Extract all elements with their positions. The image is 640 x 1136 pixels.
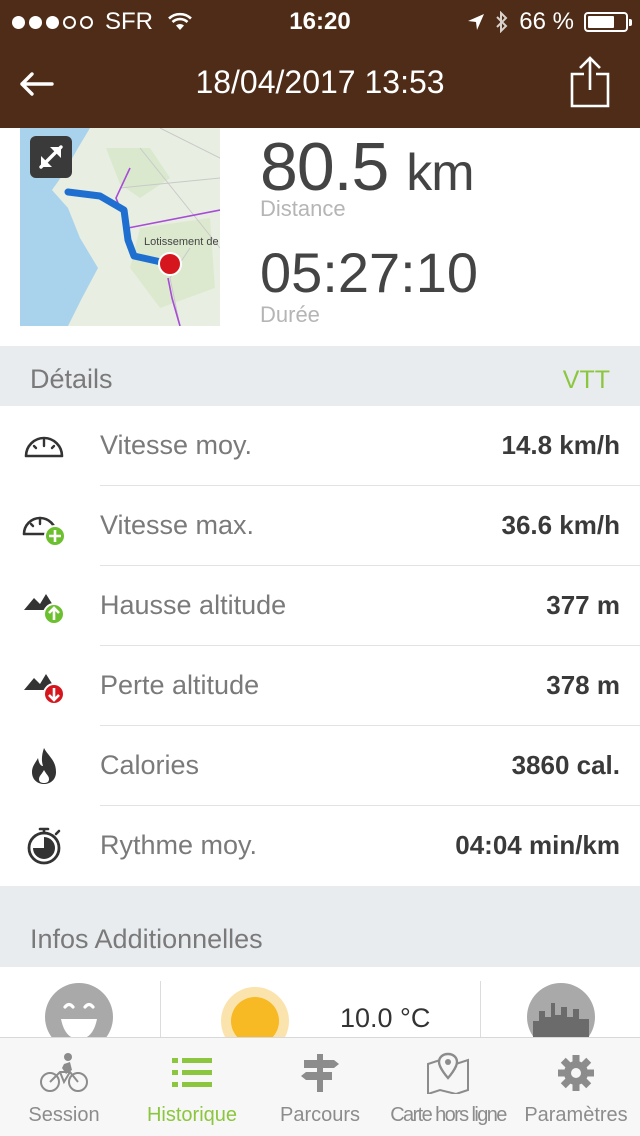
distance-number: 80.5 [260, 129, 389, 205]
detail-value: 3860 cal. [511, 750, 620, 780]
distance-label: Distance [260, 196, 346, 221]
cyclist-icon [40, 1053, 88, 1092]
expand-icon [39, 145, 63, 169]
smiley-feeling-icon[interactable] [43, 981, 115, 1037]
speedometer-max-icon [22, 516, 66, 546]
sun-weather-icon [221, 987, 289, 1037]
additional-info-cards: 10.0 °C [0, 967, 640, 1037]
tab-bar: Session Historique Parcours Carte hors l… [0, 1037, 640, 1136]
tab-session[interactable]: Session [0, 1038, 128, 1136]
tab-label: Historique [146, 1104, 238, 1126]
duration-label: Durée [260, 302, 320, 327]
battery-percent: 66 % [519, 8, 574, 35]
tab-parcours[interactable]: Parcours [256, 1038, 384, 1136]
detail-label: Vitesse moy. [100, 430, 253, 460]
additional-info-section-header: Infos Additionnelles [0, 886, 640, 967]
detail-row-max-speed: Vitesse max. 36.6 km/h [0, 486, 640, 566]
tab-offline-map[interactable]: Carte hors ligne [384, 1038, 512, 1136]
stopwatch-icon [27, 827, 61, 865]
detail-label: Hausse altitude [100, 590, 287, 620]
map-place-label: Lotissement de [144, 236, 219, 248]
offline-map-icon [427, 1052, 469, 1094]
signpost-icon [301, 1054, 339, 1092]
detail-label: Rythme moy. [100, 830, 258, 860]
route-map[interactable]: Lotissement de [20, 128, 220, 326]
detail-row-calories: Calories 3860 cal. [0, 726, 640, 806]
detail-value: 36.6 km/h [501, 510, 620, 540]
detail-label: Perte altitude [100, 670, 260, 700]
expand-map-button[interactable] [30, 136, 72, 178]
detail-row-avg-speed: Vitesse moy. 14.8 km/h [0, 406, 640, 486]
altitude-gain-icon [24, 594, 65, 625]
detail-label: Calories [100, 750, 200, 780]
battery-icon [584, 12, 632, 32]
additional-info-title: Infos Additionnelles [30, 924, 263, 954]
status-bar: SFR 16:20 66 % [0, 0, 640, 40]
duration-value: 05:27:10 [260, 241, 478, 304]
detail-value: 04:04 min/km [455, 830, 620, 860]
detail-row-altitude-gain: Hausse altitude 377 m [0, 566, 640, 646]
detail-label: Vitesse max. [100, 510, 255, 540]
detail-value: 377 m [546, 590, 620, 620]
detail-row-avg-pace: Rythme moy. 04:04 min/km [0, 806, 640, 886]
detail-value: 14.8 km/h [501, 430, 620, 460]
activity-type-badge: VTT [562, 366, 610, 394]
temperature-value: 10.0 °C [340, 1003, 431, 1033]
tab-label: Carte hors ligne [390, 1104, 507, 1126]
tab-parametres[interactable]: Paramètres [512, 1038, 640, 1136]
tab-label: Paramètres [524, 1104, 628, 1126]
gear-icon [558, 1055, 594, 1091]
page-title: 18/04/2017 13:53 [195, 64, 445, 100]
tab-label: Session [28, 1104, 100, 1126]
detail-value: 378 m [546, 670, 620, 700]
bluetooth-icon [496, 11, 508, 33]
detail-row-altitude-loss: Perte altitude 378 m [0, 646, 640, 726]
altitude-loss-icon [24, 674, 65, 705]
distance-unit: km [406, 144, 474, 202]
details-section-header: Détails VTT [0, 346, 640, 406]
details-title: Détails [30, 364, 113, 394]
city-skyline-icon[interactable] [525, 981, 597, 1037]
location-arrow-icon [468, 14, 485, 30]
tab-historique[interactable]: Historique [128, 1038, 256, 1136]
tab-label: Parcours [279, 1104, 361, 1126]
list-icon [172, 1058, 212, 1087]
distance-value: 80.5 km [260, 128, 475, 206]
speedometer-icon [24, 436, 64, 458]
header-bar: SFR 16:20 66 % 18/04/2017 13:53 [0, 0, 640, 128]
flame-icon [32, 748, 56, 784]
share-icon[interactable] [568, 56, 612, 108]
